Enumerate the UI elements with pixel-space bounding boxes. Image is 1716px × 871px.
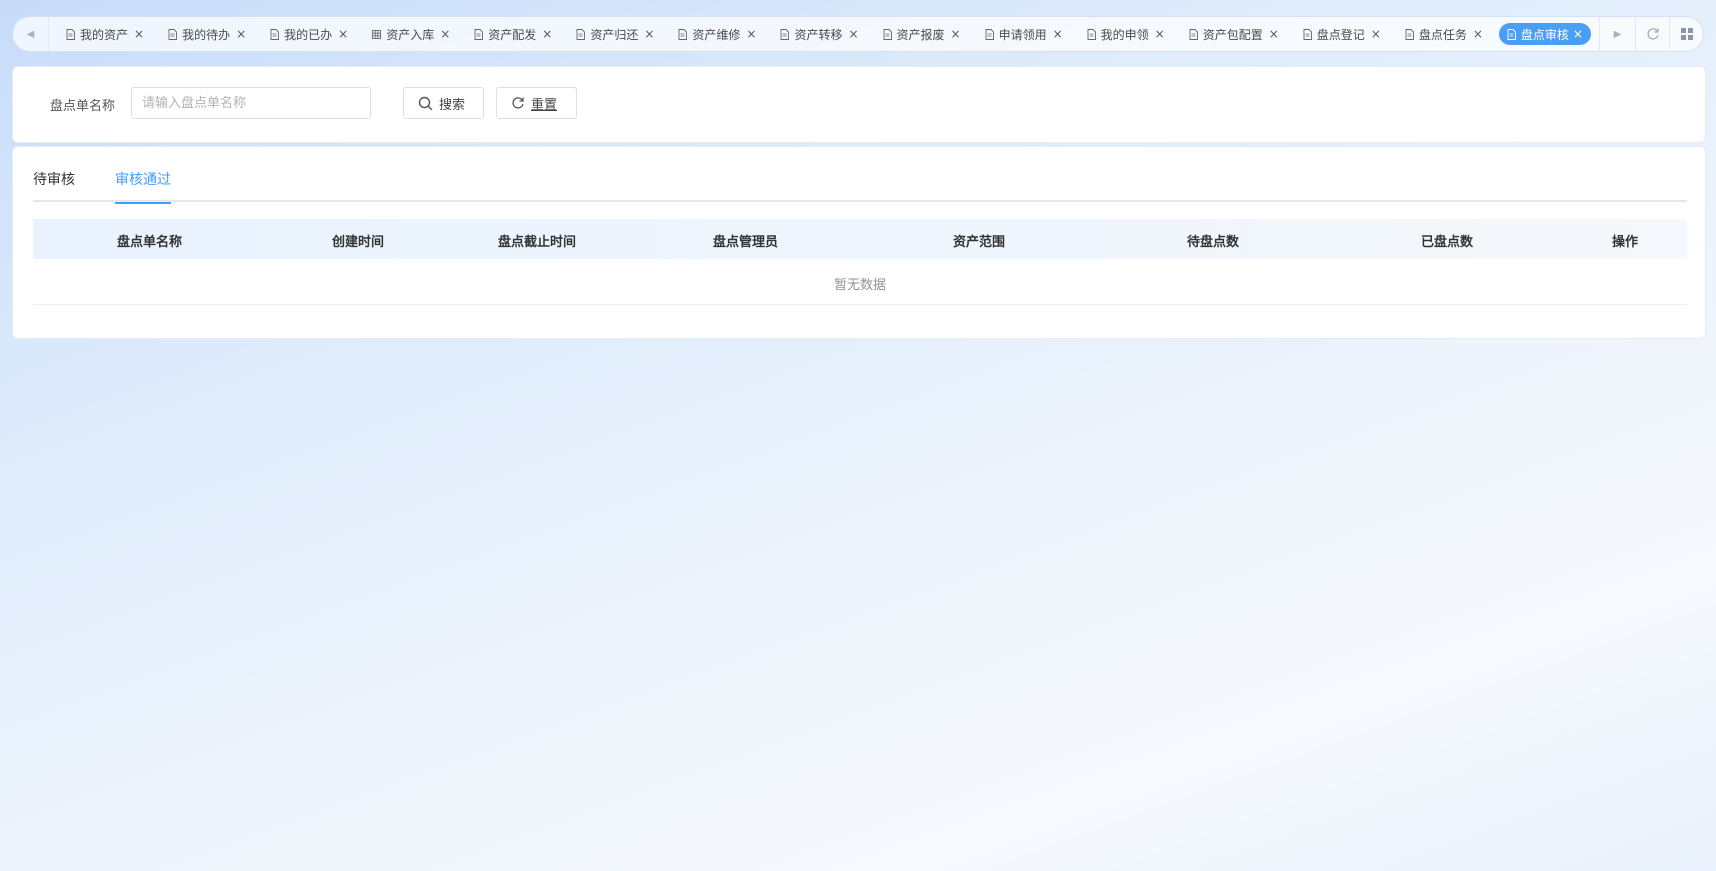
table-panel: 待审核 审核通过 盘点单名称 创建时间 盘点截止时间 盘点管理员 资产范围 待盘… [12, 146, 1706, 339]
close-icon[interactable]: × [644, 28, 654, 40]
tab-label: 资产包配置 [1202, 27, 1263, 42]
tab-label: 资产报废 [896, 27, 945, 42]
tab-label: 盘点任务 [1418, 27, 1467, 42]
tab-asset-package-config[interactable]: 资产包配置 × [1181, 23, 1287, 45]
close-icon[interactable]: × [542, 28, 552, 40]
close-icon[interactable]: × [1155, 28, 1165, 40]
column-header[interactable]: 盘点截止时间 [498, 231, 576, 250]
tab-label: 盘点登记 [1316, 27, 1365, 42]
document-icon [678, 28, 688, 40]
document-icon [1507, 28, 1516, 40]
scroll-right-icon[interactable]: ▶ [1599, 17, 1635, 51]
tab-label: 我的资产 [80, 27, 129, 42]
document-icon [270, 28, 280, 40]
tab-asset-transfer[interactable]: 资产转移 × [772, 23, 866, 45]
tab-pending-review[interactable]: 待审核 [33, 169, 75, 202]
tab-apply-receive[interactable]: 申请领用 × [977, 23, 1071, 45]
reset-button-label: 重置 [531, 97, 558, 113]
reset-button[interactable]: 重置 [496, 87, 577, 119]
tab-asset-repair[interactable]: 资产维修 × [670, 23, 764, 45]
tab-label: 我的待办 [182, 27, 231, 42]
tab-my-applications[interactable]: 我的申领 × [1079, 23, 1173, 45]
document-icon [883, 28, 892, 40]
close-icon[interactable]: × [951, 28, 961, 40]
tab-my-assets[interactable]: 我的资产 × [58, 23, 152, 45]
grid-menu-icon[interactable] [1669, 17, 1703, 51]
tab-asset-distribute[interactable]: 资产配发 × [466, 23, 560, 45]
tab-asset-return[interactable]: 资产归还 × [568, 23, 662, 45]
close-icon[interactable]: × [134, 28, 144, 40]
column-header[interactable]: 盘点管理员 [713, 231, 778, 250]
tab-asset-inbound[interactable]: 资产入库 × [364, 23, 458, 45]
document-icon [1087, 28, 1096, 40]
tab-label: 资产配发 [488, 27, 537, 42]
tab-label: 我的已办 [284, 27, 333, 42]
tab-bar: ◀ 我的资产 × 我的待办 × 我的已办 × 资产入库 × 资产配发 × 资产归… [12, 16, 1704, 52]
tab-label: 我的申领 [1100, 27, 1149, 42]
document-icon [576, 28, 586, 40]
column-header[interactable]: 创建时间 [332, 231, 384, 250]
tab-approved[interactable]: 审核通过 [115, 169, 171, 204]
tab-label: 资产转移 [794, 27, 843, 42]
column-header: 操作 [1612, 235, 1639, 250]
document-icon [780, 28, 790, 40]
tab-label: 资产入库 [386, 27, 435, 42]
column-header[interactable]: 盘点单名称 [117, 231, 182, 250]
tab-label: 申请领用 [998, 27, 1047, 42]
tab-inventory-register[interactable]: 盘点登记 × [1295, 23, 1389, 45]
column-header[interactable]: 已盘点数 [1421, 231, 1473, 250]
document-icon [474, 28, 484, 40]
search-button-label: 搜索 [439, 97, 466, 113]
search-button[interactable]: 搜索 [403, 87, 484, 119]
close-icon[interactable]: × [1053, 28, 1063, 40]
refresh-icon [512, 97, 524, 109]
tab-my-todo[interactable]: 我的待办 × [160, 23, 254, 45]
empty-text: 暂无数据 [833, 278, 886, 293]
document-icon [985, 28, 994, 40]
tab-label: 资产维修 [692, 27, 741, 42]
tab-inventory-review[interactable]: 盘点审核 × [1498, 23, 1591, 45]
close-icon[interactable]: × [1371, 28, 1381, 40]
tab-asset-scrap[interactable]: 资产报废 × [875, 23, 969, 45]
document-icon [66, 28, 75, 40]
scroll-left-icon[interactable]: ◀ [13, 17, 49, 51]
document-icon [1189, 28, 1198, 40]
search-panel: 盘点单名称 搜索 重置 [12, 66, 1706, 143]
close-icon[interactable]: × [746, 28, 756, 40]
column-header[interactable]: 资产范围 [953, 231, 1005, 250]
close-icon[interactable]: × [1269, 28, 1279, 40]
close-icon[interactable]: × [236, 28, 246, 40]
search-icon [418, 96, 433, 110]
close-icon[interactable]: × [848, 28, 858, 40]
document-icon [1405, 28, 1414, 40]
tab-my-done[interactable]: 我的已办 × [262, 23, 356, 45]
close-icon[interactable]: × [440, 28, 450, 40]
search-input[interactable] [131, 87, 371, 119]
empty-state: 暂无数据 [33, 259, 1687, 305]
grid-icon [372, 29, 382, 39]
table-header: 盘点单名称 创建时间 盘点截止时间 盘点管理员 资产范围 待盘点数 已盘点数 操… [33, 219, 1687, 259]
close-icon[interactable]: × [1573, 28, 1583, 40]
search-label: 盘点单名称 [50, 99, 116, 114]
tab-inventory-task[interactable]: 盘点任务 × [1397, 23, 1491, 45]
document-icon [1303, 28, 1312, 40]
refresh-icon[interactable] [1635, 17, 1669, 51]
column-header[interactable]: 待盘点数 [1187, 231, 1239, 250]
document-icon [168, 28, 178, 40]
tab-list: 我的资产 × 我的待办 × 我的已办 × 资产入库 × 资产配发 × 资产归还 … [49, 23, 1599, 45]
status-tabs: 待审核 审核通过 [33, 169, 1687, 204]
tab-label: 资产归还 [590, 27, 639, 42]
close-icon[interactable]: × [338, 28, 348, 40]
tab-label: 盘点审核 [1520, 27, 1569, 42]
close-icon[interactable]: × [1473, 28, 1483, 40]
